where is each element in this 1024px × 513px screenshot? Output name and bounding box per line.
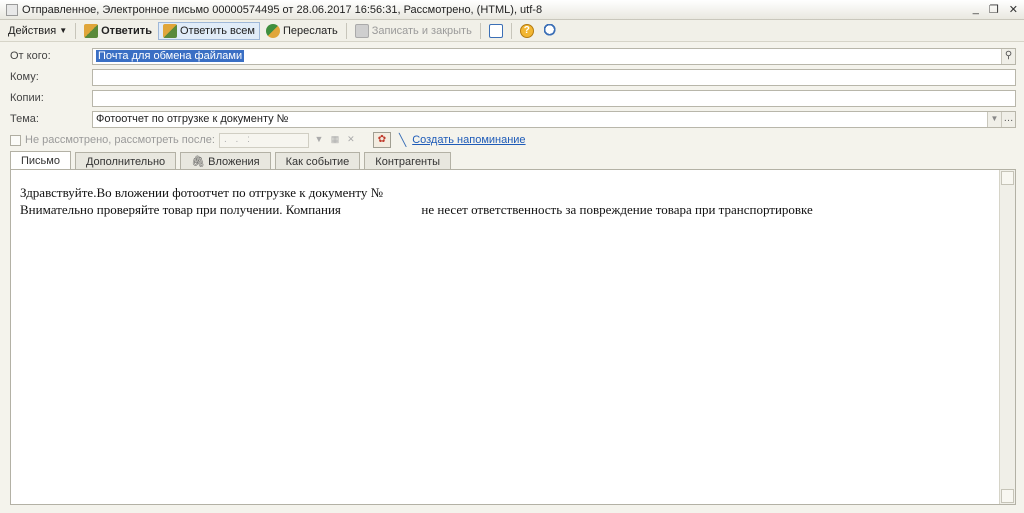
vertical-scrollbar[interactable] <box>999 170 1015 504</box>
forward-label: Переслать <box>282 24 338 37</box>
subject-value: Фотоотчет по отгрузке к документу № <box>96 112 289 125</box>
reminder-icon[interactable]: ✿ <box>372 132 391 148</box>
close-button[interactable]: ✕ <box>1009 3 1018 16</box>
letter-line-1: Здравствуйте.Во вложении фотоотчет по от… <box>20 185 383 200</box>
tab-contractors-label: Контрагенты <box>375 155 441 168</box>
reply-button[interactable]: Ответить <box>80 22 156 40</box>
from-value: Почта для обмена файлами <box>96 49 245 62</box>
scroll-up-button[interactable] <box>1001 171 1014 185</box>
save-icon <box>354 23 369 38</box>
cc-field[interactable] <box>92 89 1016 107</box>
toolbar: Действия ▼ Ответить Ответить всем Пересл… <box>0 20 1024 42</box>
to-row: Кому: <box>0 67 1024 87</box>
chevron-down-icon[interactable]: ▼ <box>987 111 1001 127</box>
letter-line-2-part-1: Внимательно проверяйте товар при получен… <box>20 202 341 217</box>
tab-letter-label: Письмо <box>21 155 60 167</box>
tab-additional-label: Дополнительно <box>85 155 166 168</box>
calendar-icon[interactable]: ▦ <box>329 134 341 146</box>
actions-label: Действия <box>8 24 57 37</box>
table-view-button[interactable] <box>485 22 507 40</box>
save-close-button[interactable]: Записать и закрыть <box>351 22 476 40</box>
document-icon <box>6 3 18 16</box>
subject-label: Тема: <box>10 113 39 125</box>
to-field[interactable] <box>92 68 1016 86</box>
letter-body-text: Здравствуйте.Во вложении фотоотчет по от… <box>20 184 813 218</box>
find-button[interactable] <box>540 22 562 40</box>
letter-body-panel[interactable]: Здравствуйте.Во вложении фотоотчет по от… <box>10 169 1016 505</box>
reply-all-icon <box>162 23 177 38</box>
window-titlebar: Отправленное, Электронное письмо 0000057… <box>0 0 1024 20</box>
subject-field[interactable]: Фотоотчет по отгрузке к документу № ▼ … <box>92 110 1016 128</box>
table-icon <box>488 23 503 38</box>
help-icon: ? <box>519 23 534 38</box>
toolbar-separator <box>345 22 347 39</box>
ellipsis-icon[interactable]: … <box>1001 111 1015 127</box>
review-checkbox[interactable] <box>10 134 21 146</box>
subject-row: Тема: Фотоотчет по отгрузке к документу … <box>0 109 1024 129</box>
help-button[interactable]: ? <box>516 22 538 40</box>
toolbar-separator <box>479 22 481 39</box>
tab-letter[interactable]: Письмо <box>10 151 71 170</box>
create-reminder-link[interactable]: Создать напоминание <box>412 134 525 146</box>
reply-all-button[interactable]: Ответить всем <box>157 21 260 40</box>
tab-bar: Письмо Дополнительно 🖇 Вложения Как собы… <box>10 151 452 170</box>
letter-line-2-part-2: не несет ответственность за повреждение … <box>421 202 813 217</box>
forward-button[interactable]: Переслать <box>262 22 342 40</box>
paperclip-icon: 🖇 <box>191 156 206 168</box>
from-field[interactable]: Почта для обмена файлами ⚲ <box>92 47 1016 65</box>
window-title: Отправленное, Электронное письмо 0000057… <box>22 3 543 16</box>
tab-as-event[interactable]: Как событие <box>274 152 361 170</box>
save-close-label: Записать и закрыть <box>371 24 472 37</box>
actions-menu-button[interactable]: Действия ▼ <box>4 22 71 40</box>
forward-icon <box>265 23 280 38</box>
cc-label: Копии: <box>10 92 44 104</box>
search-icon[interactable]: ⚲ <box>1001 48 1015 64</box>
to-label: Кому: <box>10 71 39 83</box>
review-row: Не рассмотрено, рассмотреть после: . . :… <box>10 131 526 149</box>
search-icon <box>543 23 558 38</box>
from-row: От кого: Почта для обмена файлами ⚲ <box>0 46 1024 66</box>
cc-row: Копии: <box>0 88 1024 108</box>
toolbar-separator <box>510 22 512 39</box>
reply-all-label: Ответить всем <box>179 24 255 37</box>
reply-icon <box>84 23 99 38</box>
review-date-input[interactable]: . . : <box>218 132 309 148</box>
restore-button[interactable]: ❐ <box>989 3 999 16</box>
reply-label: Ответить <box>101 24 152 37</box>
tab-as-event-label: Как событие <box>285 155 350 168</box>
toolbar-separator <box>75 22 77 39</box>
tab-attachments[interactable]: 🖇 Вложения <box>180 152 271 170</box>
pencil-icon: ╲ <box>398 133 407 147</box>
window-controls: _ ❐ ✕ <box>973 3 1018 16</box>
minimize-button[interactable]: _ <box>973 3 979 16</box>
tab-additional[interactable]: Дополнительно <box>74 152 177 170</box>
tab-contractors[interactable]: Контрагенты <box>364 152 452 170</box>
scroll-down-button[interactable] <box>1001 489 1014 503</box>
from-label: От кого: <box>10 50 51 62</box>
chevron-down-icon: ▼ <box>59 26 68 35</box>
clear-icon[interactable]: ✕ <box>345 134 357 146</box>
chevron-down-icon[interactable]: ▼ <box>313 134 325 146</box>
letter-line-2: Внимательно проверяйте товар при получен… <box>20 201 813 218</box>
review-label: Не рассмотрено, рассмотреть после: <box>25 134 215 146</box>
tab-attachments-label: Вложения <box>208 155 260 168</box>
